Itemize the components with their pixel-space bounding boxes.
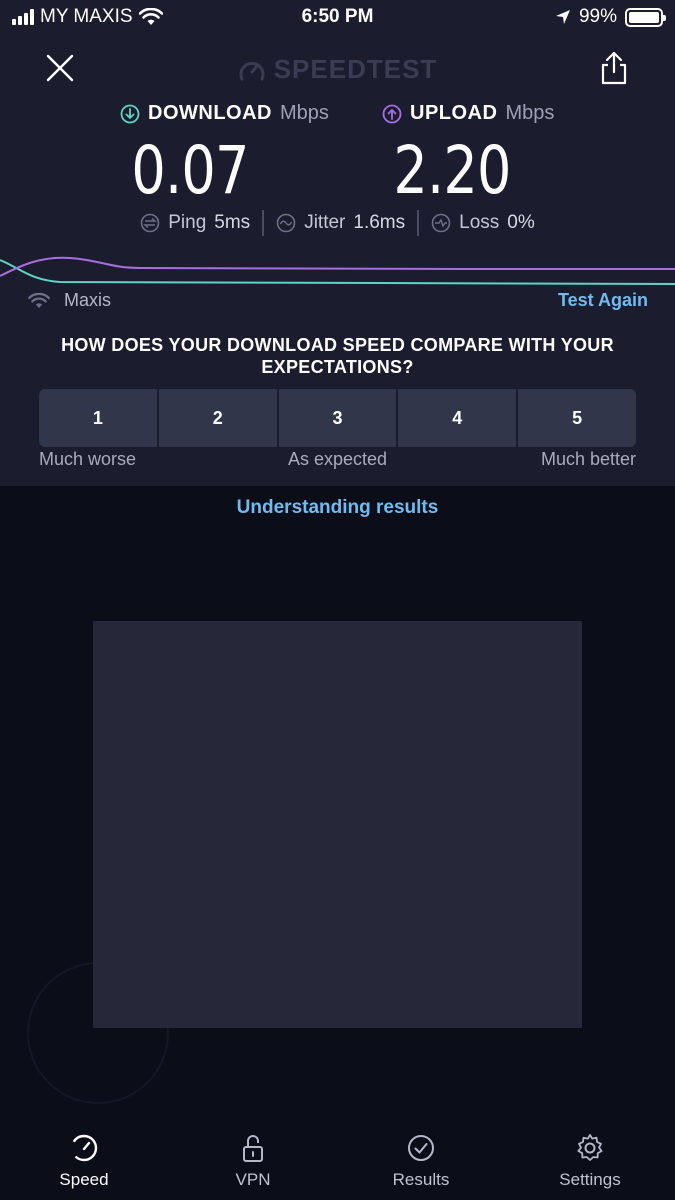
location-arrow-icon xyxy=(555,10,570,24)
isp-name: Maxis xyxy=(64,290,112,310)
survey-question: HOW DOES YOUR DOWNLOAD SPEED COMPARE WIT… xyxy=(61,335,614,377)
wifi-icon xyxy=(28,292,50,308)
gear-icon xyxy=(577,1134,603,1161)
rating-label-high: Much better xyxy=(540,449,636,469)
rating-option-4[interactable]: 4 xyxy=(396,389,517,447)
loss-icon xyxy=(431,213,451,233)
ping-label: Ping xyxy=(168,212,207,233)
upload-arrow-icon xyxy=(382,104,402,123)
tab-label: Results xyxy=(392,1170,450,1189)
loss-label: Loss xyxy=(459,212,500,233)
download-value: 0.07 xyxy=(131,132,249,209)
upload-value: 2.20 xyxy=(393,132,511,209)
ping-value: 5ms xyxy=(214,212,251,233)
download-unit: Mbps xyxy=(279,102,329,124)
checkmark-icon xyxy=(408,1135,434,1161)
isp-info: Maxis xyxy=(28,290,111,311)
ping-stat: Ping 5ms xyxy=(128,212,262,234)
upload-label: UPLOAD xyxy=(410,102,498,124)
share-icon[interactable] xyxy=(598,50,630,86)
test-again-button[interactable]: Test Again xyxy=(558,290,648,311)
loss-value: 0% xyxy=(507,212,535,233)
tab-label: Settings xyxy=(559,1170,621,1189)
download-label: DOWNLOAD xyxy=(148,102,272,124)
brand-name: SPEEDTEST xyxy=(273,54,438,84)
latency-stats: Ping 5ms Jitter 1.6ms Loss 0% xyxy=(0,210,675,236)
jitter-icon xyxy=(276,213,296,233)
rating-option-5[interactable]: 5 xyxy=(516,389,636,447)
speed-graph xyxy=(0,256,675,285)
upload-header: UPLOAD Mbps xyxy=(382,102,554,125)
battery-percent: 99% xyxy=(578,6,617,27)
rating-option-1[interactable]: 1 xyxy=(39,389,157,447)
battery-icon xyxy=(625,7,666,27)
jitter-value: 1.6ms xyxy=(353,212,406,233)
download-arrow-icon xyxy=(120,104,140,123)
status-right: 99% xyxy=(555,6,666,28)
rating-scale: 1 2 3 4 5 xyxy=(39,389,636,447)
gauge-logo-icon xyxy=(239,61,265,80)
ping-icon xyxy=(140,213,160,233)
tab-vpn[interactable]: VPN xyxy=(193,1132,313,1190)
ad-placeholder xyxy=(93,621,582,1028)
tab-label: Speed xyxy=(59,1170,109,1189)
lock-icon xyxy=(243,1135,263,1162)
tab-speed[interactable]: Speed xyxy=(24,1132,144,1190)
upload-graph-line xyxy=(0,256,675,277)
rating-option-2[interactable]: 2 xyxy=(156,389,277,447)
jitter-label: Jitter xyxy=(304,212,346,233)
tab-bar: Speed VPN Results Settings xyxy=(0,1120,675,1200)
upload-unit: Mbps xyxy=(505,102,555,124)
tab-label: VPN xyxy=(235,1170,271,1189)
understanding-results-link[interactable]: Understanding results xyxy=(0,497,675,519)
tab-results[interactable]: Results xyxy=(361,1132,481,1190)
brand-logo: SPEEDTEST xyxy=(0,54,675,85)
loss-stat: Loss 0% xyxy=(419,212,547,234)
jitter-stat: Jitter 1.6ms xyxy=(264,212,417,234)
battery-level xyxy=(629,11,659,23)
download-header: DOWNLOAD Mbps xyxy=(120,102,329,125)
status-bar: MY MAXIS 6:50 PM 99% xyxy=(0,0,675,36)
tab-settings[interactable]: Settings xyxy=(530,1132,650,1190)
speedometer-icon xyxy=(70,1134,98,1162)
rating-option-3[interactable]: 3 xyxy=(276,389,397,447)
